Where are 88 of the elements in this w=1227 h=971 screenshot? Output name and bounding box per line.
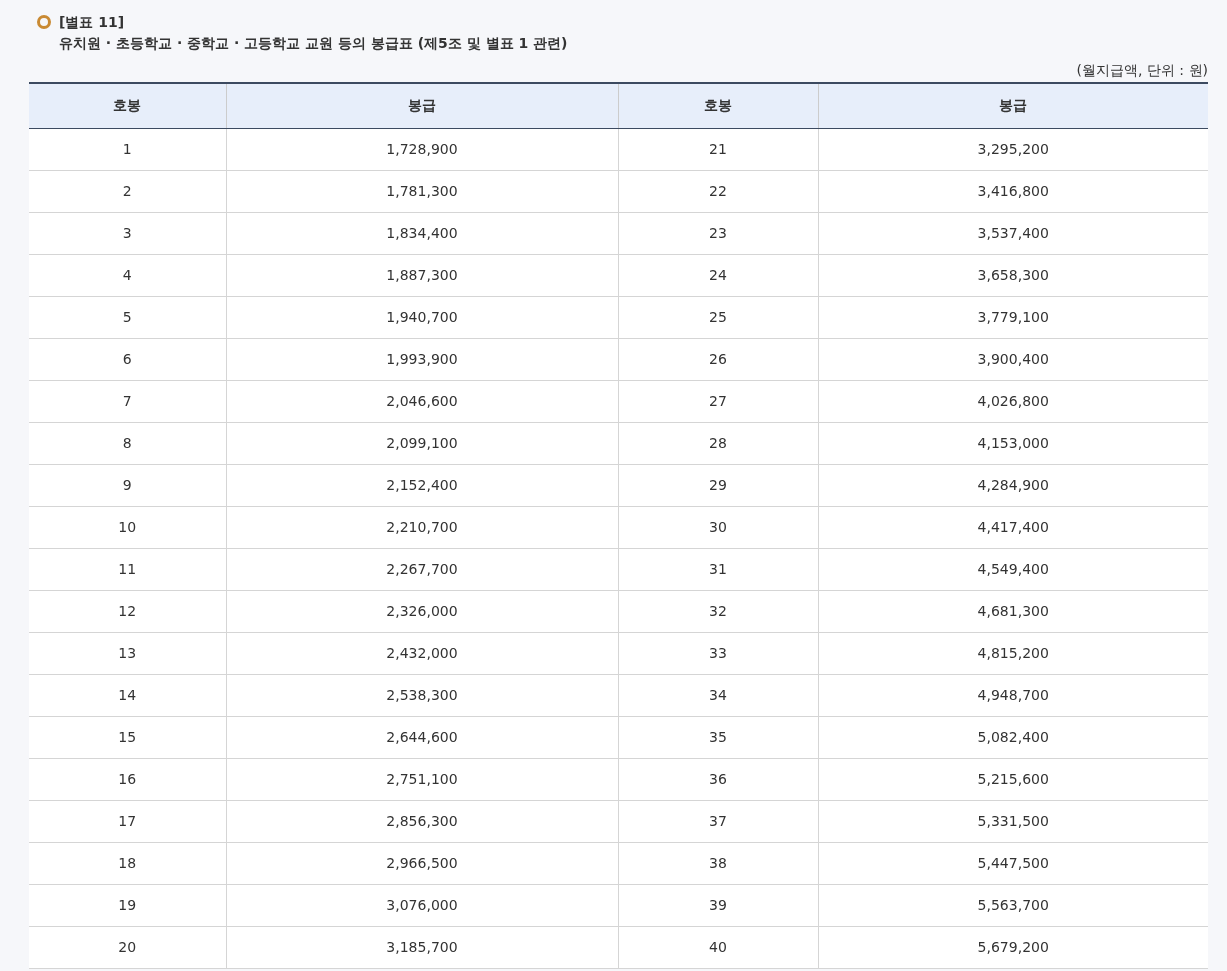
unit-note: (월지급액, 단위 : 원) [1076,62,1208,78]
table-cell: 31 [618,548,818,590]
table-cell: 5,215,600 [818,758,1208,800]
table-cell: 22 [618,170,818,212]
table-cell: 2,267,700 [226,548,618,590]
column-header: 봉급 [818,83,1208,128]
table-cell: 39 [618,884,818,926]
table-cell: 4,815,200 [818,632,1208,674]
table-cell: 11 [29,548,226,590]
table-cell: 35 [618,716,818,758]
table-cell: 2,644,600 [226,716,618,758]
table-cell: 3,658,300 [818,254,1208,296]
table-cell: 10 [29,506,226,548]
table-cell: 1,781,300 [226,170,618,212]
table-cell: 19 [29,884,226,926]
table-cell: 2,210,700 [226,506,618,548]
table-cell: 37 [618,800,818,842]
table-cell: 2,432,000 [226,632,618,674]
table-cell: 1,993,900 [226,338,618,380]
table-cell: 4,948,700 [818,674,1208,716]
table-cell: 21 [618,128,818,170]
table-cell: 1,887,300 [226,254,618,296]
table-cell: 25 [618,296,818,338]
table-cell: 3 [29,212,226,254]
table-cell: 5,447,500 [818,842,1208,884]
table-cell: 12 [29,590,226,632]
table-cell: 34 [618,674,818,716]
table-cell: 2,856,300 [226,800,618,842]
table-cell: 27 [618,380,818,422]
circle-bullet-icon [37,15,51,29]
column-header: 호봉 [29,83,226,128]
table-cell: 3,779,100 [818,296,1208,338]
table-cell: 30 [618,506,818,548]
table-cell: 32 [618,590,818,632]
table-cell: 7 [29,380,226,422]
table-cell: 28 [618,422,818,464]
table-cell: 3,900,400 [818,338,1208,380]
table-cell: 2,966,500 [226,842,618,884]
table-cell: 15 [29,716,226,758]
table-cell: 29 [618,464,818,506]
table-cell: 1,728,900 [226,128,618,170]
table-cell: 36 [618,758,818,800]
column-header: 봉급 [226,83,618,128]
table-cell: 3,295,200 [818,128,1208,170]
table-cell: 4,026,800 [818,380,1208,422]
table-cell: 9 [29,464,226,506]
table-cell: 3,076,000 [226,884,618,926]
table-cell: 13 [29,632,226,674]
table-label: [별표 11] [59,13,126,32]
table-cell: 38 [618,842,818,884]
table-cell: 6 [29,338,226,380]
table-cell: 2 [29,170,226,212]
table-cell: 2,326,000 [226,590,618,632]
table-cell: 2,099,100 [226,422,618,464]
table-cell: 5,331,500 [818,800,1208,842]
table-cell: 20 [29,926,226,968]
table-cell: 26 [618,338,818,380]
table-cell: 4,284,900 [818,464,1208,506]
table-cell: 2,538,300 [226,674,618,716]
table-cell: 5,082,400 [818,716,1208,758]
table-cell: 33 [618,632,818,674]
table-cell: 4 [29,254,226,296]
column-header: 호봉 [618,83,818,128]
table-cell: 18 [29,842,226,884]
table-cell: 2,046,600 [226,380,618,422]
table-cell: 24 [618,254,818,296]
table-cell: 5,563,700 [818,884,1208,926]
table-cell: 5,679,200 [818,926,1208,968]
table-cell: 3,185,700 [226,926,618,968]
table-cell: 4,681,300 [818,590,1208,632]
table-cell: 2,152,400 [226,464,618,506]
table-cell: 8 [29,422,226,464]
table-cell: 1 [29,128,226,170]
table-cell: 3,416,800 [818,170,1208,212]
table-cell: 5 [29,296,226,338]
table-cell: 4,549,400 [818,548,1208,590]
table-cell: 16 [29,758,226,800]
table-cell: 1,940,700 [226,296,618,338]
table-cell: 2,751,100 [226,758,618,800]
table-cell: 3,537,400 [818,212,1208,254]
table-cell: 1,834,400 [226,212,618,254]
table-cell: 4,153,000 [818,422,1208,464]
table-cell: 4,417,400 [818,506,1208,548]
table-cell: 23 [618,212,818,254]
table-cell: 14 [29,674,226,716]
table-cell: 17 [29,800,226,842]
table-cell: 40 [618,926,818,968]
table-title: 유치원 · 초등학교 · 중학교 · 고등학교 교원 등의 봉급표 (제5조 및 별표 1 관련) [59,34,568,53]
